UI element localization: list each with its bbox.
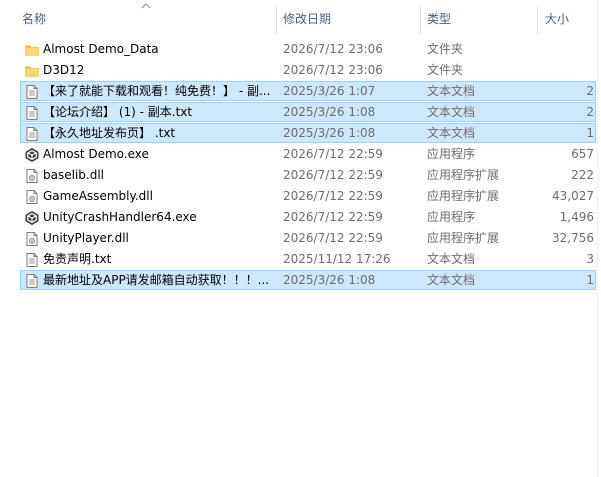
folder-icon bbox=[24, 63, 40, 79]
file-size: 2 bbox=[586, 105, 594, 119]
column-header-type[interactable]: 类型 bbox=[421, 0, 538, 36]
text-file-icon bbox=[24, 84, 40, 100]
file-name: GameAssembly.dll bbox=[43, 189, 153, 203]
column-header-size[interactable]: 大小 bbox=[538, 0, 597, 36]
column-header-size-label: 大小 bbox=[545, 12, 570, 26]
column-header-bar: 名称 修改日期 类型 大小 bbox=[0, 0, 601, 36]
file-row[interactable]: Almost Demo.exe 2026/7/12 22:59 应用程序 657 bbox=[20, 144, 596, 164]
file-modified-date: 2025/11/12 17:26 bbox=[283, 252, 391, 266]
file-name: Almost Demo.exe bbox=[43, 147, 149, 161]
file-row[interactable]: 最新地址及APP请发邮箱自动获取！！！... 2025/3/26 1:08 文本文档… bbox=[20, 270, 596, 290]
file-size bbox=[521, 61, 594, 81]
file-modified-date: 2026/7/12 22:59 bbox=[283, 189, 383, 203]
file-name: Almost Demo_Data bbox=[43, 42, 159, 56]
file-modified-date: 2025/3/26 1:08 bbox=[283, 273, 376, 287]
file-row[interactable]: Almost Demo_Data 2026/7/12 23:06 文件夹 bbox=[20, 39, 596, 59]
view-divider bbox=[597, 0, 598, 477]
file-modified-date: 2025/3/26 1:07 bbox=[283, 84, 376, 98]
column-header-name[interactable]: 名称 bbox=[0, 0, 277, 36]
file-name: 最新地址及APP请发邮箱自动获取！！！... bbox=[43, 273, 270, 287]
file-name: D3D12 bbox=[43, 63, 85, 77]
file-name: 【永久地址发布页】 .txt bbox=[43, 126, 176, 140]
file-size: 222 bbox=[571, 168, 594, 182]
file-name: UnityCrashHandler64.exe bbox=[43, 210, 197, 224]
file-name: UnityPlayer.dll bbox=[43, 231, 129, 245]
file-list-view: 名称 修改日期 类型 大小 Almost Demo_Data 2026/7/12 … bbox=[0, 0, 601, 477]
file-size: 1 bbox=[586, 273, 594, 287]
file-name: 【论坛介绍】 (1) - 副本.txt bbox=[43, 105, 193, 119]
folder-icon bbox=[24, 42, 40, 58]
file-name: 免责声明.txt bbox=[43, 252, 112, 266]
column-header-type-label: 类型 bbox=[427, 12, 452, 26]
file-row[interactable]: 【来了就能下载和观看！纯免费！】 - 副... 2025/3/26 1:07 文本文… bbox=[20, 81, 596, 101]
column-header-date-label: 修改日期 bbox=[283, 12, 332, 26]
file-modified-date: 2026/7/12 22:59 bbox=[283, 231, 383, 245]
file-row[interactable]: UnityCrashHandler64.exe 2026/7/12 22:59 应用… bbox=[20, 207, 596, 227]
file-modified-date: 2025/3/26 1:08 bbox=[283, 126, 376, 140]
file-modified-date: 2025/3/26 1:08 bbox=[283, 105, 376, 119]
text-file-icon bbox=[24, 273, 40, 289]
text-file-icon bbox=[24, 126, 40, 142]
file-row[interactable]: 免责声明.txt 2025/11/12 17:26 文本文档 3 bbox=[20, 249, 596, 269]
file-row[interactable]: D3D12 2026/7/12 23:06 文件夹 bbox=[20, 60, 596, 80]
file-size: 32,756 bbox=[552, 231, 594, 245]
file-size: 657 bbox=[571, 147, 594, 161]
file-row[interactable]: GameAssembly.dll 2026/7/12 22:59 应用程序扩展 43,… bbox=[20, 186, 596, 206]
file-modified-date: 2026/7/12 22:59 bbox=[283, 210, 383, 224]
file-row[interactable]: 【论坛介绍】 (1) - 副本.txt 2025/3/26 1:08 文本文档 2 bbox=[20, 102, 596, 122]
file-size: 1,496 bbox=[559, 210, 594, 224]
file-size: 1 bbox=[586, 126, 594, 140]
file-size bbox=[521, 40, 594, 60]
dll-file-icon bbox=[24, 168, 40, 184]
column-header-name-label: 名称 bbox=[22, 12, 47, 26]
file-modified-date: 2026/7/12 22:59 bbox=[283, 147, 383, 161]
file-size: 3 bbox=[586, 252, 594, 266]
file-row[interactable]: UnityPlayer.dll 2026/7/12 22:59 应用程序扩展 32,7… bbox=[20, 228, 596, 248]
text-file-icon bbox=[24, 252, 40, 268]
file-size: 43,027 bbox=[552, 189, 594, 203]
unity-app-icon bbox=[24, 210, 40, 226]
text-file-icon bbox=[24, 105, 40, 121]
dll-file-icon bbox=[24, 231, 40, 247]
file-row[interactable]: baselib.dll 2026/7/12 22:59 应用程序扩展 222 bbox=[20, 165, 596, 185]
unity-app-icon bbox=[24, 147, 40, 163]
file-size: 2 bbox=[586, 84, 594, 98]
file-row[interactable]: 【永久地址发布页】 .txt 2025/3/26 1:08 文本文档 1 bbox=[20, 123, 596, 143]
column-header-date[interactable]: 修改日期 bbox=[277, 0, 420, 36]
file-name: baselib.dll bbox=[43, 168, 104, 182]
file-modified-date: 2026/7/12 23:06 bbox=[283, 42, 383, 56]
file-name: 【来了就能下载和观看！纯免费！】 - 副... bbox=[43, 84, 271, 98]
dll-file-icon bbox=[24, 189, 40, 205]
file-modified-date: 2026/7/12 22:59 bbox=[283, 168, 383, 182]
file-modified-date: 2026/7/12 23:06 bbox=[283, 63, 383, 77]
